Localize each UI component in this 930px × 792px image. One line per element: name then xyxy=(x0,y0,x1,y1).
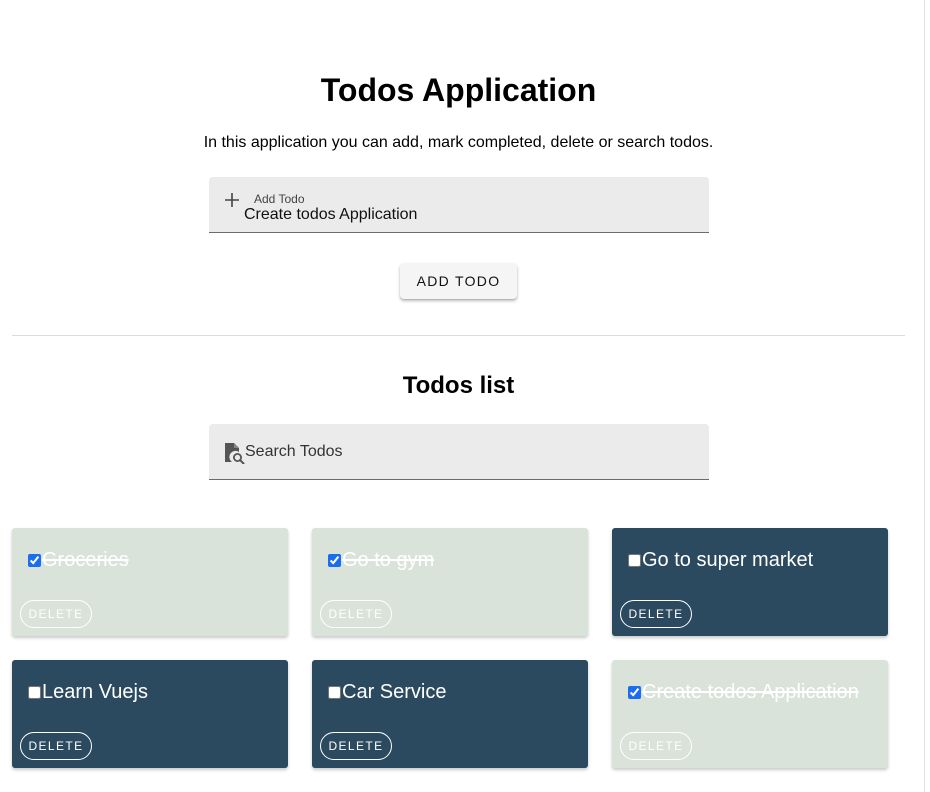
todo-card: Groceries DELETE xyxy=(12,528,288,636)
todo-card: Learn Vuejs DELETE xyxy=(12,660,288,768)
todo-text: Learn Vuejs xyxy=(42,681,148,703)
file-search-icon xyxy=(225,443,245,464)
delete-button[interactable]: DELETE xyxy=(20,732,92,760)
todo-checkbox[interactable] xyxy=(28,686,41,699)
add-todo-input[interactable] xyxy=(244,205,684,225)
todo-card: Car Service DELETE xyxy=(312,660,588,768)
add-todo-button[interactable]: ADD TODO xyxy=(400,263,517,299)
todo-text: Create todos Application xyxy=(642,681,859,703)
todo-checkbox[interactable] xyxy=(328,686,341,699)
section-divider xyxy=(12,335,905,336)
todo-text: Groceries xyxy=(42,549,129,571)
todo-checkbox[interactable] xyxy=(628,554,641,567)
todo-text: Car Service xyxy=(342,681,447,703)
todo-card: Create todos Application DELETE xyxy=(612,660,888,768)
scrollbar-edge xyxy=(924,0,925,792)
todo-text: Go to super market xyxy=(642,549,814,571)
delete-button[interactable]: DELETE xyxy=(620,600,692,628)
search-todos-input[interactable] xyxy=(245,442,685,462)
add-todo-field[interactable]: Add Todo xyxy=(209,177,709,233)
search-todos-field[interactable] xyxy=(209,424,709,480)
todo-checkbox[interactable] xyxy=(628,686,641,699)
todo-text: Go to gym xyxy=(342,549,435,571)
add-todo-label: Add Todo xyxy=(254,192,305,206)
delete-button[interactable]: DELETE xyxy=(620,732,692,760)
todos-page: Todos Application In this application yo… xyxy=(0,0,930,792)
todo-card: Go to super market DELETE xyxy=(612,528,888,636)
delete-button[interactable]: DELETE xyxy=(20,600,92,628)
todos-list-title: Todos list xyxy=(402,372,515,399)
plus-icon xyxy=(225,193,239,207)
page-title: Todos Application xyxy=(320,72,597,108)
page-subtitle: In this application you can add, mark co… xyxy=(203,134,714,151)
delete-button[interactable]: DELETE xyxy=(320,732,392,760)
delete-button[interactable]: DELETE xyxy=(320,600,392,628)
todo-checkbox[interactable] xyxy=(328,554,341,567)
todo-card: Go to gym DELETE xyxy=(312,528,588,636)
todo-checkbox[interactable] xyxy=(28,554,41,567)
